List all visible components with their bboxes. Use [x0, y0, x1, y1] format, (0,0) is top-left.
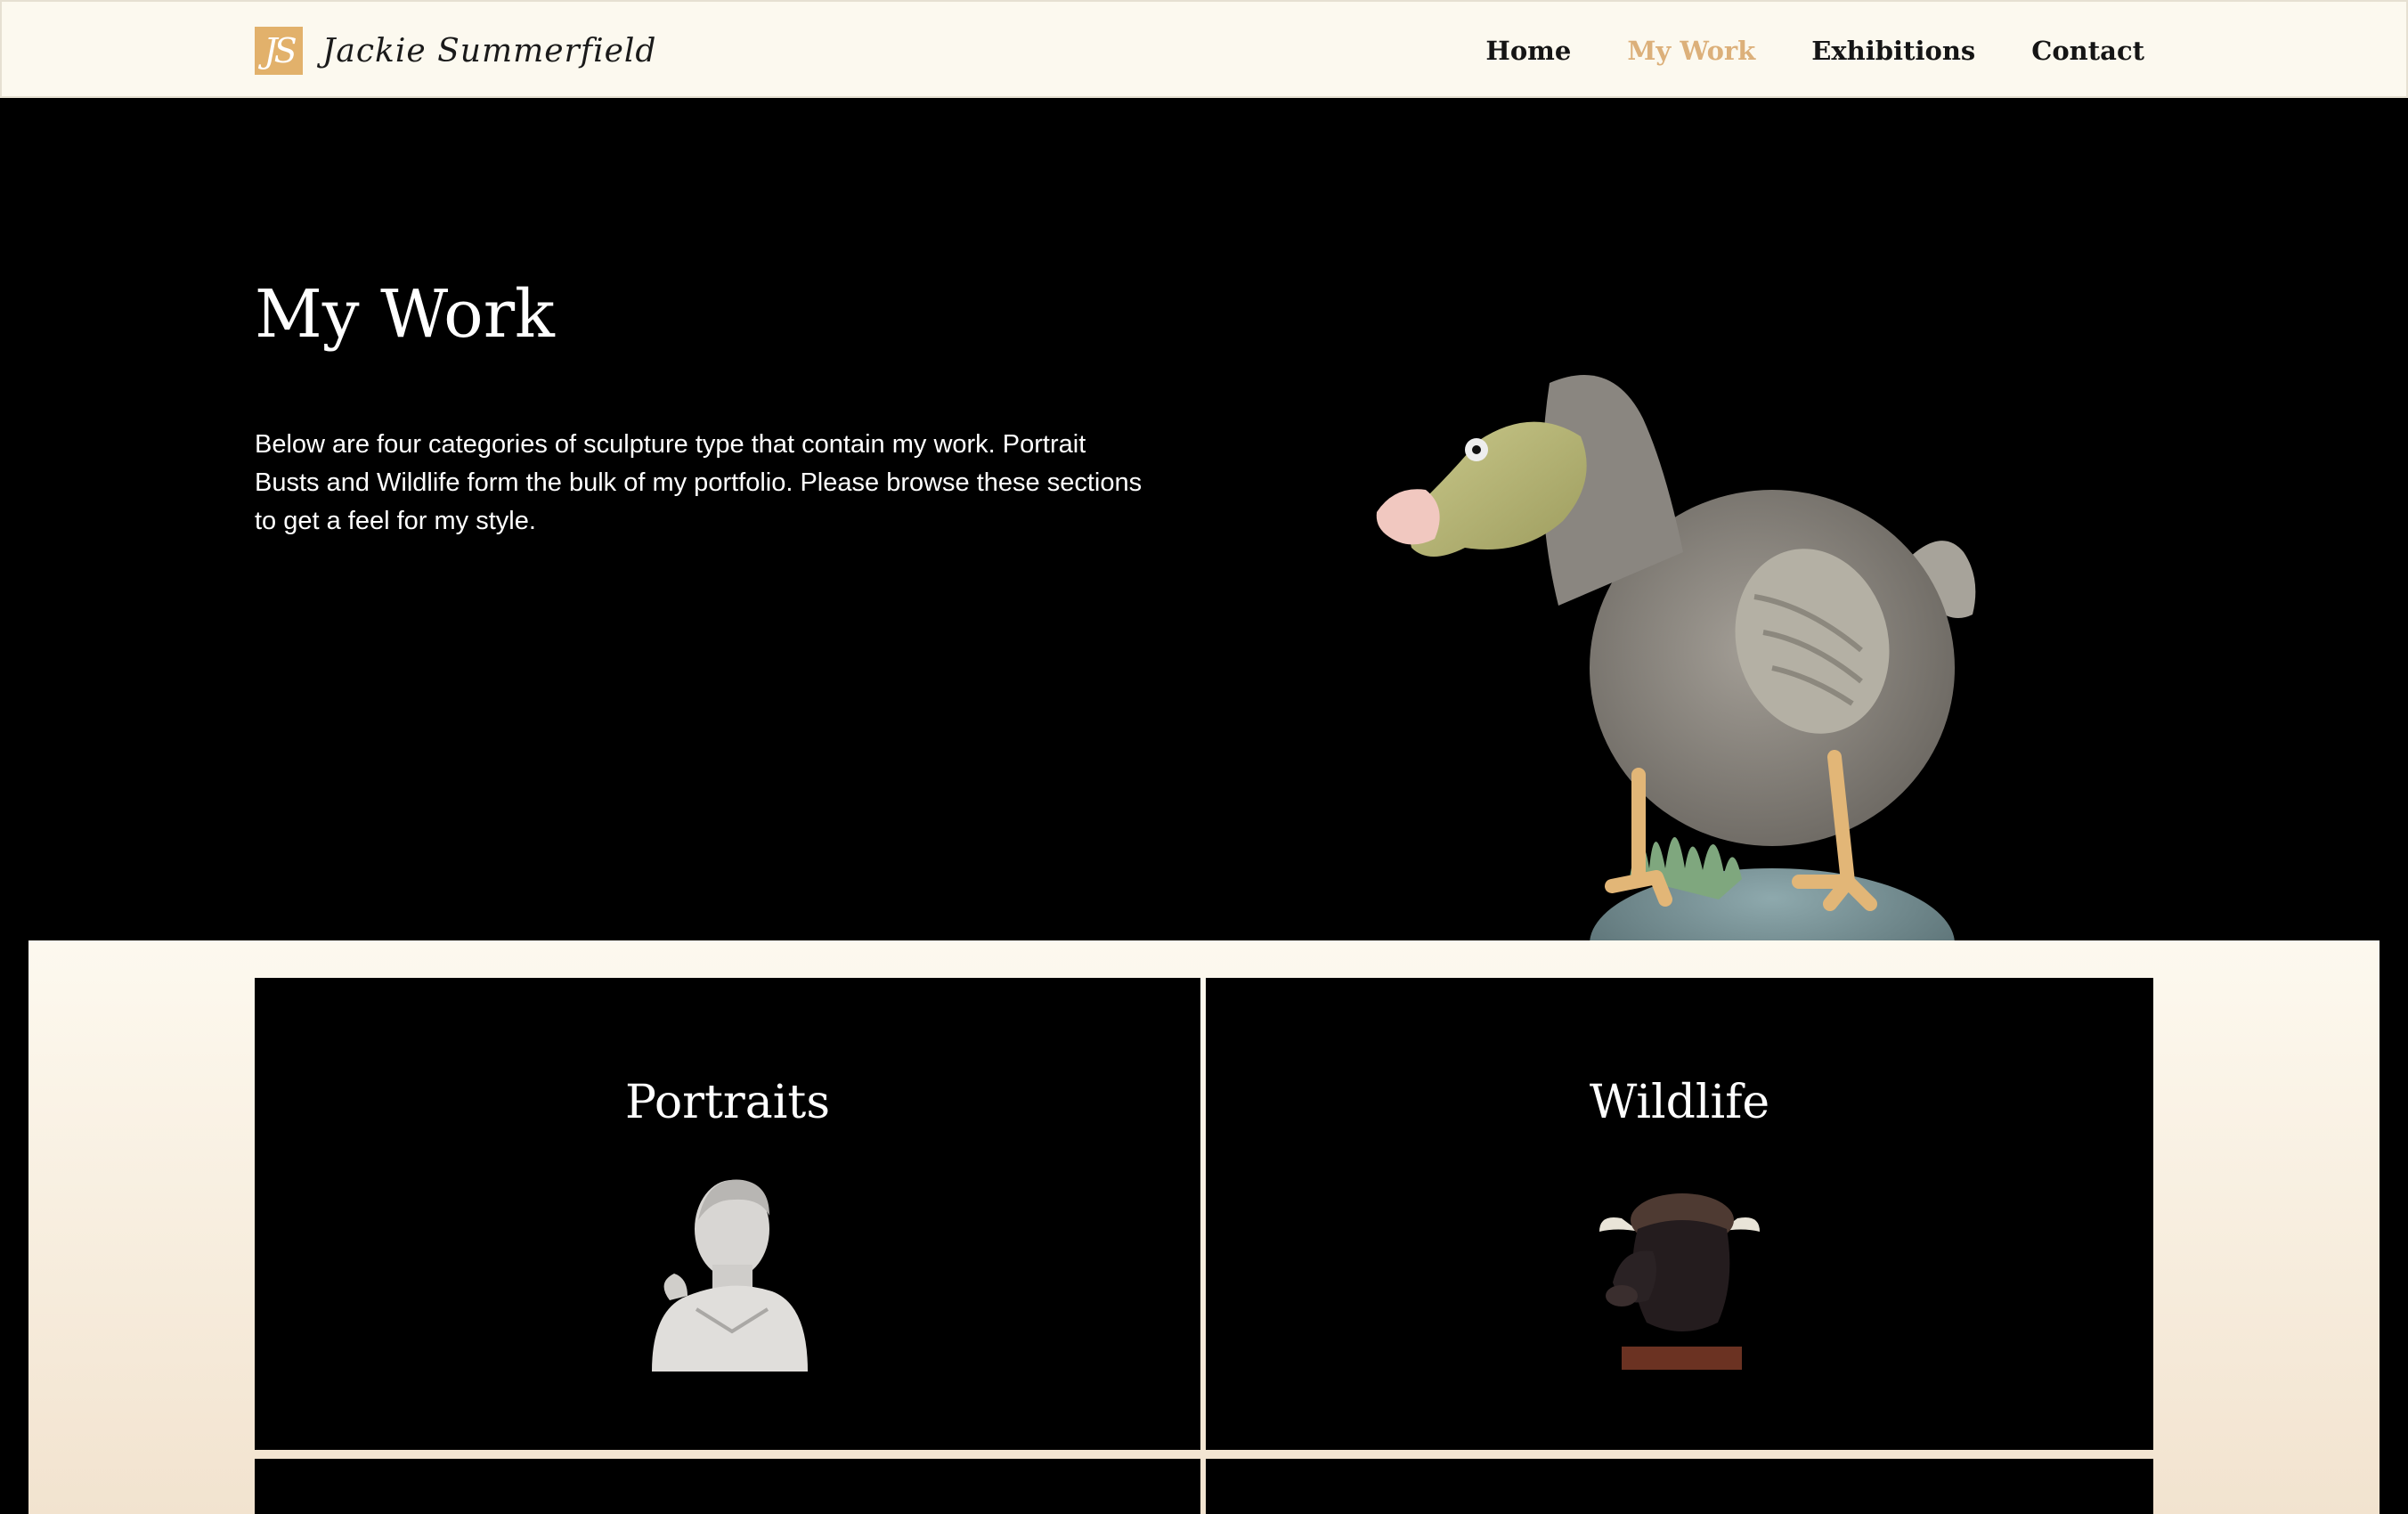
portrait-bust-image [643, 1176, 812, 1372]
site-header: JS Jackie Summerfield Home My Work Exhib… [0, 0, 2408, 98]
dodo-sculpture-image [1371, 365, 1977, 940]
category-card-4[interactable] [1206, 1459, 2153, 1514]
category-card-wildlife[interactable]: Wildlife [1206, 978, 2153, 1450]
hero-section: My Work Below are four categories of scu… [0, 98, 2408, 940]
categories-section: Portraits Wildlife [28, 940, 2380, 1514]
intro-text: Below are four categories of sculpture t… [255, 430, 1143, 535]
bull-head-image [1595, 1176, 1764, 1372]
category-title: Wildlife [1589, 1076, 1770, 1129]
category-card-3[interactable] [255, 1459, 1200, 1514]
main-nav: Home My Work Exhibitions Contact [1485, 2, 2144, 100]
nav-my-work[interactable]: My Work [1627, 36, 1755, 66]
logo-mark: JS [255, 27, 303, 75]
nav-contact[interactable]: Contact [2031, 36, 2144, 66]
category-card-portraits[interactable]: Portraits [255, 978, 1200, 1450]
nav-exhibitions[interactable]: Exhibitions [1811, 36, 1975, 66]
nav-home[interactable]: Home [1485, 36, 1571, 66]
logo-text: Jackie Summerfield [322, 32, 657, 69]
category-title: Portraits [624, 1076, 830, 1129]
site-logo[interactable]: JS Jackie Summerfield [255, 27, 656, 75]
page-title: My Work [255, 276, 555, 353]
